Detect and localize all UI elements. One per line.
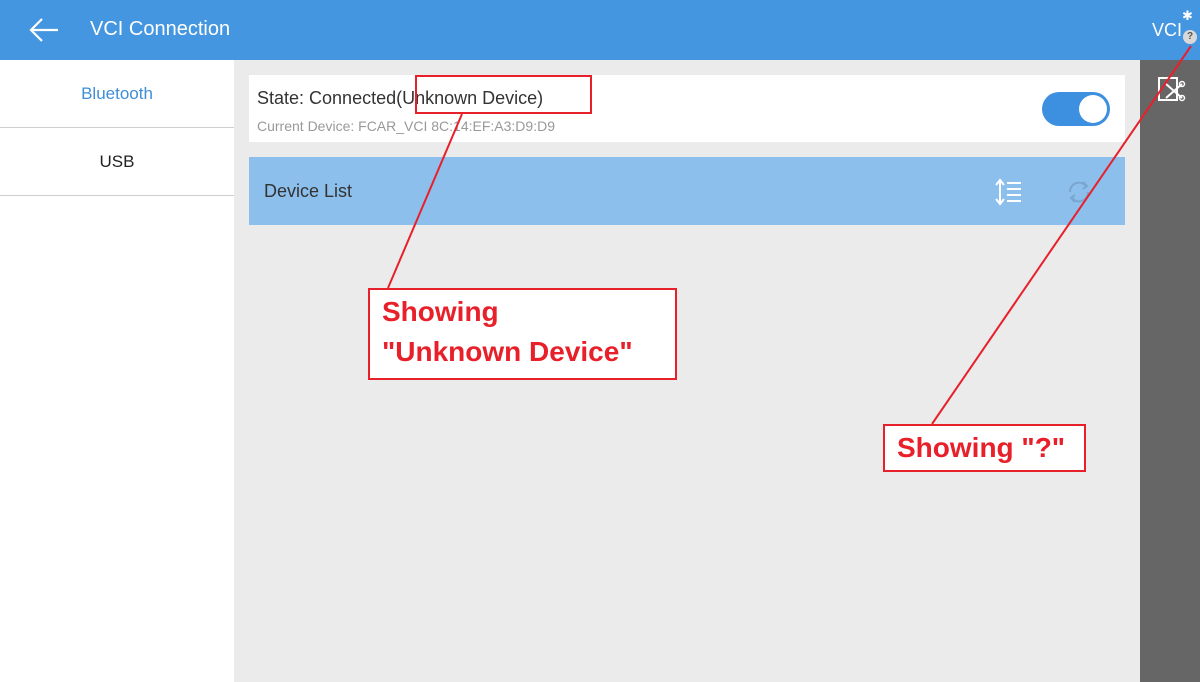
bluetooth-icon: ✱: [1182, 8, 1193, 23]
refresh-icon: [1068, 181, 1090, 203]
arrow-left-icon: [29, 18, 58, 42]
toggle-knob: [1079, 95, 1107, 123]
connection-toggle[interactable]: [1042, 92, 1110, 126]
question-annotation: Showing "?": [883, 424, 1086, 472]
unknown-device-annotation: Showing "Unknown Device": [368, 288, 677, 380]
top-bar: VCI Connection: [0, 0, 1140, 60]
device-list-header: Device List: [249, 157, 1125, 225]
sidebar: Bluetooth USB: [0, 60, 234, 682]
disconnect-button[interactable]: [1156, 74, 1186, 104]
refresh-button[interactable]: [1064, 177, 1094, 207]
sidebar-item-bluetooth[interactable]: Bluetooth: [0, 60, 234, 128]
back-button[interactable]: [24, 12, 64, 48]
disconnect-icon: [1158, 77, 1186, 102]
connection-state-card: State: Connected(Unknown Device) Current…: [249, 75, 1125, 142]
unknown-device-highlight: [415, 75, 592, 114]
question-badge: ?: [1183, 30, 1197, 44]
right-panel: VCI ✱ ?: [1140, 0, 1200, 682]
page-title: VCI Connection: [90, 18, 231, 40]
vci-label: VCI: [1152, 20, 1183, 40]
sort-icon: [995, 178, 1021, 206]
current-device-text: Current Device: FCAR_VCI 8C:14:EF:A3:D9:…: [257, 118, 555, 134]
vci-status-button[interactable]: VCI ✱ ?: [1140, 0, 1200, 60]
device-list-title: Device List: [264, 181, 353, 201]
sidebar-item-usb[interactable]: USB: [0, 128, 234, 196]
sort-button[interactable]: [994, 177, 1024, 207]
